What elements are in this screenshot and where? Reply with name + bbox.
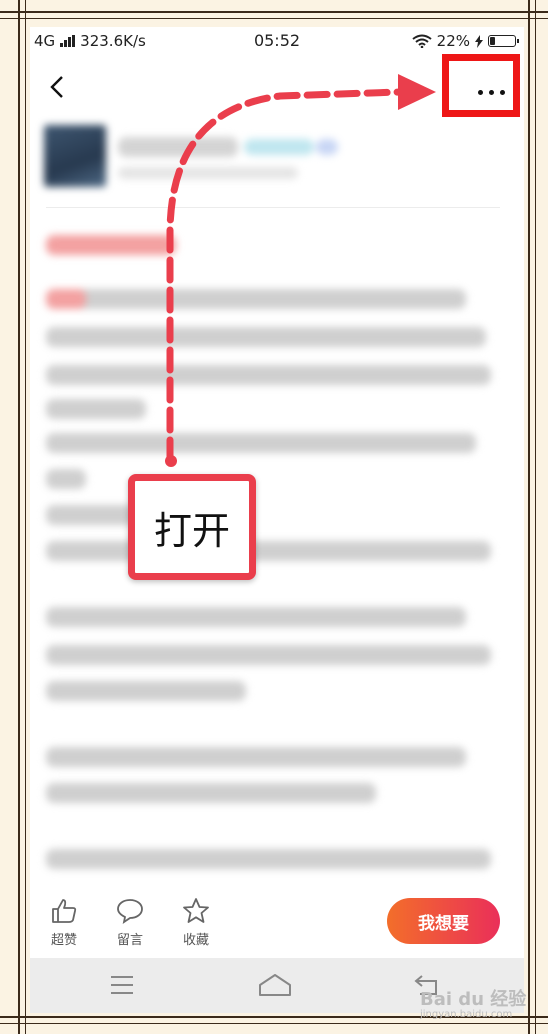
arrow-head-icon bbox=[398, 74, 436, 110]
watermark-url: jingyan.baidu.com bbox=[420, 1009, 513, 1020]
highlight-box bbox=[442, 54, 520, 117]
watermark-brand: Bai du 经验 bbox=[420, 989, 527, 1010]
annotation-arrow bbox=[165, 74, 436, 467]
callout-label: 打开 bbox=[128, 474, 256, 580]
baidu-watermark: Bai du 经验 jingyan.baidu.com bbox=[420, 985, 526, 1020]
